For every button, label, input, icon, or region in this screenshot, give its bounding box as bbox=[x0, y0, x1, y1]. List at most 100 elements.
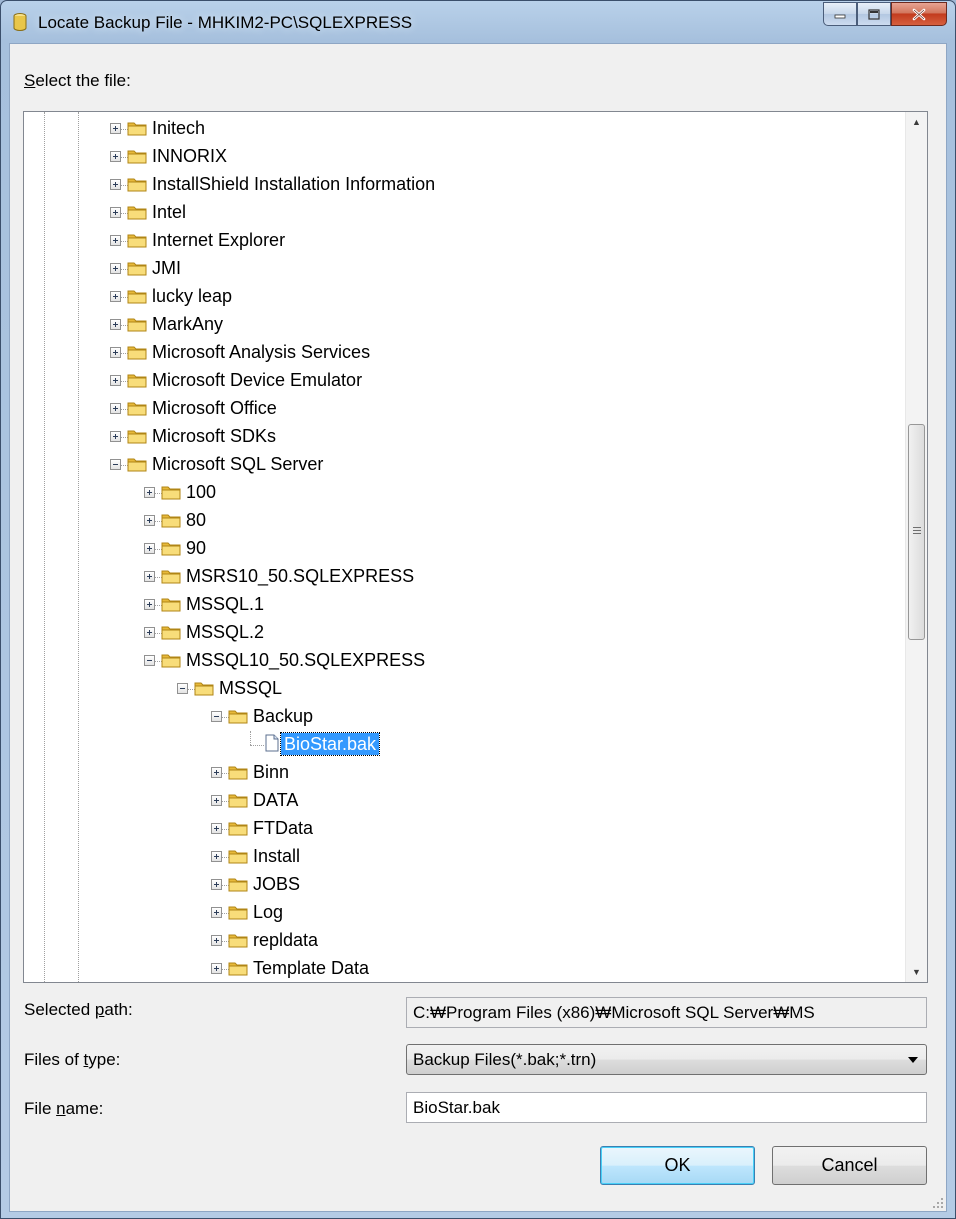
folder-icon bbox=[228, 708, 248, 724]
expand-plus-icon[interactable] bbox=[144, 543, 155, 554]
scroll-up-arrow[interactable]: ▲ bbox=[906, 112, 927, 132]
expand-plus-icon[interactable] bbox=[110, 207, 121, 218]
tree-item-label: Intel bbox=[152, 202, 187, 222]
tree-item-label: INNORIX bbox=[152, 146, 228, 166]
maximize-icon bbox=[868, 8, 880, 20]
folder-icon bbox=[127, 344, 147, 360]
window-title: Locate Backup File - MHKIM2-PC\SQLEXPRES… bbox=[38, 13, 413, 32]
folder-icon bbox=[127, 204, 147, 220]
collapse-minus-icon[interactable] bbox=[110, 459, 121, 470]
expand-plus-icon[interactable] bbox=[110, 403, 121, 414]
tree-item-label: Microsoft SQL Server bbox=[152, 454, 324, 474]
folder-icon bbox=[127, 288, 147, 304]
database-icon bbox=[13, 13, 27, 31]
tree-item-label: Microsoft Office bbox=[152, 398, 277, 418]
close-button[interactable] bbox=[891, 2, 947, 26]
expand-plus-icon[interactable] bbox=[211, 851, 222, 862]
folder-icon bbox=[228, 904, 248, 920]
folder-icon bbox=[161, 512, 181, 528]
folder-icon bbox=[228, 792, 248, 808]
expand-plus-icon[interactable] bbox=[144, 627, 155, 638]
folder-icon bbox=[127, 372, 147, 388]
maximize-button[interactable] bbox=[857, 2, 891, 26]
tree-item-label: Log bbox=[253, 902, 284, 922]
file-name-label: File name: bbox=[24, 1099, 104, 1118]
cancel-button[interactable]: Cancel bbox=[772, 1146, 927, 1185]
expand-plus-icon[interactable] bbox=[144, 487, 155, 498]
folder-icon bbox=[127, 400, 147, 416]
select-file-label: Select the file: bbox=[24, 71, 131, 90]
expand-plus-icon[interactable] bbox=[211, 795, 222, 806]
expand-plus-icon[interactable] bbox=[110, 235, 121, 246]
folder-icon bbox=[228, 932, 248, 948]
scroll-thumb[interactable] bbox=[908, 424, 925, 640]
minimize-icon bbox=[834, 14, 846, 19]
tree-item-label: Template Data bbox=[253, 958, 370, 978]
tree-item-label: 90 bbox=[186, 538, 207, 558]
caption-buttons bbox=[823, 2, 947, 28]
tree-item-label: JOBS bbox=[253, 874, 301, 894]
expand-plus-icon[interactable] bbox=[110, 123, 121, 134]
scroll-down-arrow[interactable]: ▼ bbox=[906, 962, 927, 982]
file-name-input[interactable]: BioStar.bak bbox=[406, 1092, 927, 1123]
tree-item-label: lucky leap bbox=[152, 286, 233, 306]
expand-plus-icon[interactable] bbox=[110, 347, 121, 358]
folder-icon bbox=[127, 120, 147, 136]
collapse-minus-icon[interactable] bbox=[144, 655, 155, 666]
files-of-type-value: Backup Files(*.bak;*.trn) bbox=[413, 1050, 597, 1069]
folder-icon bbox=[194, 680, 214, 696]
expand-plus-icon[interactable] bbox=[211, 767, 222, 778]
folder-icon bbox=[161, 540, 181, 556]
expand-plus-icon[interactable] bbox=[110, 291, 121, 302]
tree-scrollbar[interactable]: ▲ ▼ bbox=[905, 112, 927, 982]
folder-icon bbox=[161, 624, 181, 640]
folder-icon bbox=[161, 484, 181, 500]
tree-guide-line bbox=[44, 112, 45, 982]
tree-item-label: Backup bbox=[253, 706, 314, 726]
expand-plus-icon[interactable] bbox=[144, 571, 155, 582]
expand-plus-icon[interactable] bbox=[211, 823, 222, 834]
expand-plus-icon[interactable] bbox=[211, 935, 222, 946]
tree-connector bbox=[250, 745, 264, 746]
title-bar[interactable]: Locate Backup File - MHKIM2-PC\SQLEXPRES… bbox=[1, 1, 955, 43]
folder-icon bbox=[161, 596, 181, 612]
tree-item-label: Initech bbox=[152, 118, 206, 138]
dialog-client: Select the file: Initech INNORIX InstallSh… bbox=[9, 43, 947, 1212]
expand-plus-icon[interactable] bbox=[144, 599, 155, 610]
expand-plus-icon[interactable] bbox=[110, 263, 121, 274]
tree-item-label: Binn bbox=[253, 762, 290, 782]
ok-button[interactable]: OK bbox=[600, 1146, 755, 1185]
folder-icon bbox=[127, 148, 147, 164]
expand-plus-icon[interactable] bbox=[110, 151, 121, 162]
resize-grip-icon[interactable] bbox=[932, 1197, 944, 1209]
collapse-minus-icon[interactable] bbox=[177, 683, 188, 694]
tree-item-label: BioStar.bak bbox=[279, 732, 381, 756]
folder-tree[interactable]: Initech INNORIX InstallShield Installation… bbox=[23, 111, 928, 983]
minimize-button[interactable] bbox=[823, 2, 857, 26]
tree-guide-line bbox=[78, 112, 79, 982]
expand-plus-icon[interactable] bbox=[110, 179, 121, 190]
expand-plus-icon[interactable] bbox=[211, 963, 222, 974]
expand-plus-icon[interactable] bbox=[144, 515, 155, 526]
folder-icon bbox=[228, 820, 248, 836]
files-of-type-dropdown[interactable]: Backup Files(*.bak;*.trn) bbox=[406, 1044, 927, 1075]
selected-path-field[interactable]: C:₩Program Files (x86)₩Microsoft SQL Ser… bbox=[406, 997, 927, 1028]
tree-item-label: MSSQL10_50.SQLEXPRESS bbox=[186, 650, 426, 670]
expand-plus-icon[interactable] bbox=[211, 907, 222, 918]
files-of-type-label: Files of type: bbox=[24, 1050, 121, 1069]
folder-icon bbox=[161, 568, 181, 584]
tree-connector bbox=[250, 731, 251, 745]
expand-plus-icon[interactable] bbox=[110, 431, 121, 442]
collapse-minus-icon[interactable] bbox=[211, 711, 222, 722]
expand-plus-icon[interactable] bbox=[110, 319, 121, 330]
tree-item-label: DATA bbox=[253, 790, 299, 810]
expand-plus-icon[interactable] bbox=[211, 879, 222, 890]
folder-icon bbox=[228, 764, 248, 780]
tree-item-label: Microsoft Device Emulator bbox=[152, 370, 363, 390]
dialog-window: Locate Backup File - MHKIM2-PC\SQLEXPRES… bbox=[0, 0, 956, 1219]
tree-item-label: JMI bbox=[152, 258, 181, 278]
tree-item-label: MarkAny bbox=[152, 314, 224, 334]
tree-item-label: FTData bbox=[253, 818, 314, 838]
expand-plus-icon[interactable] bbox=[110, 375, 121, 386]
grip-icon bbox=[913, 527, 921, 536]
